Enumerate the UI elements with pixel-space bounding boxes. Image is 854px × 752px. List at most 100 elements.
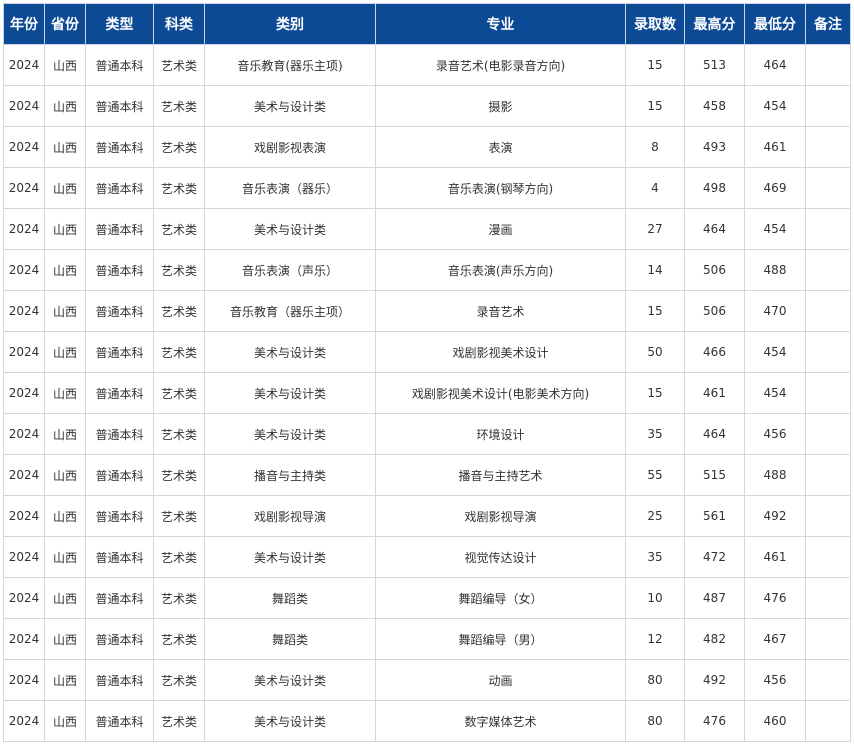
cell-remarks: [805, 659, 851, 701]
cell-major: 戏剧影视导演: [375, 495, 626, 537]
cell-category: 美术与设计类: [204, 208, 376, 250]
cell-subject-category: 艺术类: [153, 659, 205, 701]
cell-year: 2024: [3, 495, 45, 537]
cell-year: 2024: [3, 454, 45, 496]
header-row: 年份 省份 类型 科类 类别 专业 录取数 最高分 最低分 备注: [3, 3, 851, 45]
cell-major: 环境设计: [375, 413, 626, 455]
header-remarks: 备注: [805, 3, 851, 45]
cell-year: 2024: [3, 618, 45, 660]
table-row: 2024 山西 普通本科 艺术类 美术与设计类 摄影 15 458 454: [3, 85, 851, 127]
table-row: 2024 山西 普通本科 艺术类 美术与设计类 动画 80 492 456: [3, 659, 851, 701]
cell-year: 2024: [3, 372, 45, 414]
header-min-score: 最低分: [744, 3, 806, 45]
cell-year: 2024: [3, 208, 45, 250]
cell-year: 2024: [3, 249, 45, 291]
cell-year: 2024: [3, 536, 45, 578]
cell-province: 山西: [44, 85, 86, 127]
cell-type: 普通本科: [85, 413, 154, 455]
cell-subject-category: 艺术类: [153, 577, 205, 619]
cell-province: 山西: [44, 700, 86, 742]
cell-category: 播音与主持类: [204, 454, 376, 496]
cell-max-score: 493: [684, 126, 745, 168]
cell-max-score: 464: [684, 208, 745, 250]
cell-year: 2024: [3, 85, 45, 127]
header-max-score: 最高分: [684, 3, 745, 45]
cell-subject-category: 艺术类: [153, 44, 205, 86]
cell-category: 音乐表演（器乐）: [204, 167, 376, 209]
cell-remarks: [805, 700, 851, 742]
cell-subject-category: 艺术类: [153, 413, 205, 455]
cell-admitted-count: 15: [625, 85, 685, 127]
cell-year: 2024: [3, 44, 45, 86]
cell-type: 普通本科: [85, 167, 154, 209]
table-row: 2024 山西 普通本科 艺术类 美术与设计类 漫画 27 464 454: [3, 208, 851, 250]
cell-admitted-count: 55: [625, 454, 685, 496]
cell-max-score: 561: [684, 495, 745, 537]
table-row: 2024 山西 普通本科 艺术类 舞蹈类 舞蹈编导（男） 12 482 467: [3, 618, 851, 660]
cell-min-score: 454: [744, 208, 806, 250]
cell-province: 山西: [44, 372, 86, 414]
cell-year: 2024: [3, 126, 45, 168]
cell-type: 普通本科: [85, 208, 154, 250]
cell-remarks: [805, 331, 851, 373]
cell-province: 山西: [44, 618, 86, 660]
cell-province: 山西: [44, 577, 86, 619]
table-row: 2024 山西 普通本科 艺术类 美术与设计类 戏剧影视美术设计(电影美术方向) 15 461…: [3, 372, 851, 414]
table-row: 2024 山西 普通本科 艺术类 美术与设计类 环境设计 35 464 456: [3, 413, 851, 455]
cell-major: 音乐表演(钢琴方向): [375, 167, 626, 209]
cell-type: 普通本科: [85, 290, 154, 332]
cell-major: 动画: [375, 659, 626, 701]
table-row: 2024 山西 普通本科 艺术类 戏剧影视表演 表演 8 493 461: [3, 126, 851, 168]
cell-type: 普通本科: [85, 85, 154, 127]
cell-min-score: 488: [744, 249, 806, 291]
cell-admitted-count: 4: [625, 167, 685, 209]
cell-category: 美术与设计类: [204, 372, 376, 414]
cell-remarks: [805, 126, 851, 168]
cell-category: 戏剧影视表演: [204, 126, 376, 168]
table-row: 2024 山西 普通本科 艺术类 音乐表演（声乐） 音乐表演(声乐方向) 14 506 488: [3, 249, 851, 291]
cell-remarks: [805, 413, 851, 455]
cell-province: 山西: [44, 413, 86, 455]
cell-subject-category: 艺术类: [153, 85, 205, 127]
cell-max-score: 458: [684, 85, 745, 127]
cell-category: 美术与设计类: [204, 700, 376, 742]
cell-max-score: 498: [684, 167, 745, 209]
cell-subject-category: 艺术类: [153, 290, 205, 332]
cell-admitted-count: 35: [625, 413, 685, 455]
cell-category: 美术与设计类: [204, 536, 376, 578]
cell-min-score: 461: [744, 126, 806, 168]
cell-admitted-count: 50: [625, 331, 685, 373]
cell-type: 普通本科: [85, 126, 154, 168]
cell-subject-category: 艺术类: [153, 126, 205, 168]
cell-max-score: 492: [684, 659, 745, 701]
cell-major: 播音与主持艺术: [375, 454, 626, 496]
cell-subject-category: 艺术类: [153, 454, 205, 496]
admission-table-container: 年份 省份 类型 科类 类别 专业 录取数 最高分 最低分 备注 2024 山西普…: [3, 3, 851, 742]
header-category: 类别: [204, 3, 376, 45]
cell-major: 舞蹈编导（男）: [375, 618, 626, 660]
cell-admitted-count: 25: [625, 495, 685, 537]
cell-subject-category: 艺术类: [153, 249, 205, 291]
cell-min-score: 492: [744, 495, 806, 537]
cell-year: 2024: [3, 331, 45, 373]
table-row: 2024 山西 普通本科 艺术类 音乐教育（器乐主项） 录音艺术 15 506 470: [3, 290, 851, 332]
header-major: 专业: [375, 3, 626, 45]
cell-admitted-count: 15: [625, 372, 685, 414]
cell-subject-category: 艺术类: [153, 167, 205, 209]
cell-min-score: 467: [744, 618, 806, 660]
cell-remarks: [805, 208, 851, 250]
cell-category: 美术与设计类: [204, 85, 376, 127]
cell-max-score: 515: [684, 454, 745, 496]
cell-subject-category: 艺术类: [153, 700, 205, 742]
cell-min-score: 464: [744, 44, 806, 86]
cell-max-score: 513: [684, 44, 745, 86]
table-row: 2024 山西 普通本科 艺术类 美术与设计类 视觉传达设计 35 472 461: [3, 536, 851, 578]
cell-max-score: 506: [684, 290, 745, 332]
cell-province: 山西: [44, 659, 86, 701]
cell-major: 漫画: [375, 208, 626, 250]
cell-remarks: [805, 454, 851, 496]
cell-province: 山西: [44, 290, 86, 332]
cell-min-score: 488: [744, 454, 806, 496]
cell-max-score: 464: [684, 413, 745, 455]
cell-province: 山西: [44, 331, 86, 373]
